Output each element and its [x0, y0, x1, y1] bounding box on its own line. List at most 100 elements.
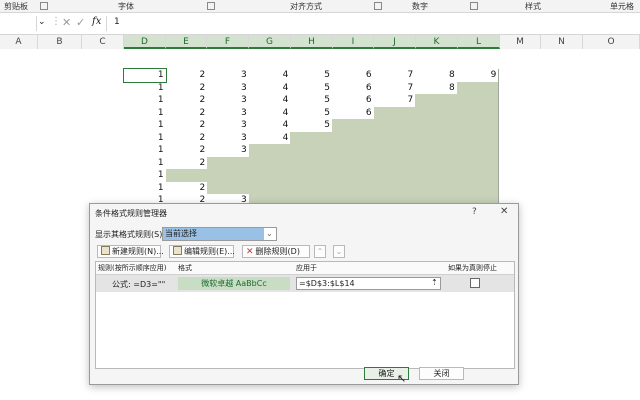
- column-header-h[interactable]: H: [291, 35, 333, 49]
- sheet-cell[interactable]: [456, 119, 500, 133]
- close-button[interactable]: 关闭: [419, 367, 464, 380]
- sheet-cell[interactable]: 6: [332, 94, 375, 108]
- column-header-g[interactable]: G: [249, 35, 291, 49]
- clipboard-launcher-icon[interactable]: [40, 2, 48, 10]
- ribbon-group-alignment[interactable]: 对齐方式: [290, 1, 322, 12]
- sheet-cell[interactable]: 2: [165, 94, 209, 108]
- sheet-cell[interactable]: 4: [248, 81, 292, 95]
- sheet-cell[interactable]: [415, 169, 458, 183]
- sheet-cell[interactable]: 5: [290, 106, 333, 120]
- sheet-cell[interactable]: [456, 169, 500, 183]
- sheet-cell[interactable]: 4: [248, 94, 292, 108]
- insert-function-fx-icon[interactable]: fx: [92, 16, 101, 27]
- sheet-cell[interactable]: [373, 144, 417, 158]
- sheet-cell[interactable]: 8: [415, 69, 458, 83]
- cancel-entry-icon[interactable]: ✕: [62, 16, 71, 29]
- ribbon-group-clipboard[interactable]: 剪贴板: [4, 1, 28, 12]
- sheet-cell[interactable]: 3: [207, 131, 250, 145]
- sheet-cell[interactable]: [207, 169, 250, 183]
- column-header-m[interactable]: M: [500, 35, 541, 49]
- sheet-cell[interactable]: [456, 81, 500, 95]
- new-rule-button[interactable]: 新建规则(N)...: [97, 245, 164, 258]
- column-header-d[interactable]: D: [124, 35, 166, 49]
- sheet-cell[interactable]: 5: [290, 69, 333, 83]
- sheet-cell[interactable]: [332, 119, 375, 133]
- sheet-cell[interactable]: 2: [165, 69, 209, 83]
- sheet-cell[interactable]: [456, 181, 500, 195]
- number-launcher-icon[interactable]: [470, 2, 478, 10]
- sheet-cell[interactable]: 6: [332, 69, 375, 83]
- sheet-cell[interactable]: 2: [165, 81, 209, 95]
- sheet-cell[interactable]: 3: [207, 119, 250, 133]
- sheet-cell[interactable]: 1: [124, 131, 167, 145]
- sheet-cell[interactable]: [415, 181, 458, 195]
- range-select-up-arrow-icon[interactable]: ⇡: [431, 278, 438, 287]
- sheet-cell[interactable]: 3: [207, 144, 250, 158]
- sheet-cell[interactable]: 5: [290, 119, 333, 133]
- sheet-cell[interactable]: [290, 181, 333, 195]
- applies-to-field[interactable]: =$D$3:$L$14 ⇡: [296, 277, 441, 290]
- sheet-cell[interactable]: 2: [165, 156, 209, 170]
- sheet-cell[interactable]: [332, 169, 375, 183]
- sheet-cell[interactable]: 3: [207, 81, 250, 95]
- sheet-cell[interactable]: [373, 169, 417, 183]
- sheet-cell[interactable]: 1: [124, 81, 167, 95]
- sheet-cell[interactable]: 4: [248, 131, 292, 145]
- column-header-b[interactable]: B: [38, 35, 82, 49]
- font-launcher-icon[interactable]: [207, 2, 215, 10]
- sheet-cell[interactable]: 2: [165, 131, 209, 145]
- sheet-cell[interactable]: 1: [124, 119, 167, 133]
- sheet-cell[interactable]: 2: [165, 144, 209, 158]
- sheet-cell[interactable]: [207, 181, 250, 195]
- sheet-cell[interactable]: [332, 144, 375, 158]
- sheet-cell[interactable]: 4: [248, 69, 292, 83]
- sheet-cell[interactable]: 6: [332, 106, 375, 120]
- rule-row[interactable]: 公式: =D3="" 微软卓越 AaBbCc =$D$3:$L$14 ⇡: [96, 275, 514, 292]
- sheet-cell[interactable]: [373, 156, 417, 170]
- ribbon-group-cells[interactable]: 单元格: [610, 1, 634, 12]
- formula-input[interactable]: 1: [114, 17, 120, 27]
- sheet-cell[interactable]: [456, 156, 500, 170]
- sheet-cell[interactable]: [332, 181, 375, 195]
- sheet-cell[interactable]: [415, 144, 458, 158]
- sheet-cell[interactable]: 1: [124, 181, 167, 195]
- sheet-cell[interactable]: [248, 144, 292, 158]
- show-rules-select[interactable]: 当前选择 ⌄: [162, 227, 277, 241]
- ribbon-group-font[interactable]: 字体: [118, 1, 134, 12]
- sheet-cell[interactable]: 1: [124, 94, 167, 108]
- sheet-cell[interactable]: [415, 131, 458, 145]
- delete-rule-button[interactable]: ✕ 删除规则(D): [242, 245, 310, 258]
- sheet-cell[interactable]: 3: [207, 69, 250, 83]
- sheet-cell[interactable]: [373, 119, 417, 133]
- sheet-cell[interactable]: [373, 181, 417, 195]
- column-header-i[interactable]: I: [333, 35, 374, 49]
- sheet-cell[interactable]: [290, 131, 333, 145]
- column-header-j[interactable]: J: [374, 35, 416, 49]
- sheet-cell[interactable]: [248, 181, 292, 195]
- sheet-cell[interactable]: 5: [290, 81, 333, 95]
- confirm-entry-icon[interactable]: ✓: [76, 16, 85, 29]
- column-header-f[interactable]: F: [207, 35, 249, 49]
- sheet-cell[interactable]: 4: [248, 119, 292, 133]
- sheet-cell[interactable]: [456, 106, 500, 120]
- sheet-cell[interactable]: [373, 106, 417, 120]
- edit-rule-button[interactable]: 编辑规则(E)...: [169, 245, 235, 258]
- column-header-c[interactable]: C: [82, 35, 124, 49]
- sheet-cell[interactable]: 1: [124, 169, 167, 183]
- sheet-cell[interactable]: [373, 131, 417, 145]
- sheet-cell[interactable]: 9: [456, 69, 500, 83]
- sheet-cell[interactable]: [332, 156, 375, 170]
- sheet-cell[interactable]: [415, 156, 458, 170]
- move-down-button[interactable]: ⌄: [333, 245, 345, 258]
- help-icon[interactable]: ?: [472, 207, 477, 217]
- sheet-cell[interactable]: 3: [207, 106, 250, 120]
- sheet-cell[interactable]: [456, 94, 500, 108]
- sheet-cell[interactable]: 5: [290, 94, 333, 108]
- ribbon-group-number[interactable]: 数字: [412, 1, 428, 12]
- sheet-cell[interactable]: 2: [165, 181, 209, 195]
- sheet-cell[interactable]: 6: [332, 81, 375, 95]
- sheet-cell[interactable]: [290, 144, 333, 158]
- sheet-cell[interactable]: [456, 131, 500, 145]
- alignment-launcher-icon[interactable]: [374, 2, 382, 10]
- name-box-chevron-down-icon[interactable]: ⌄: [38, 17, 46, 27]
